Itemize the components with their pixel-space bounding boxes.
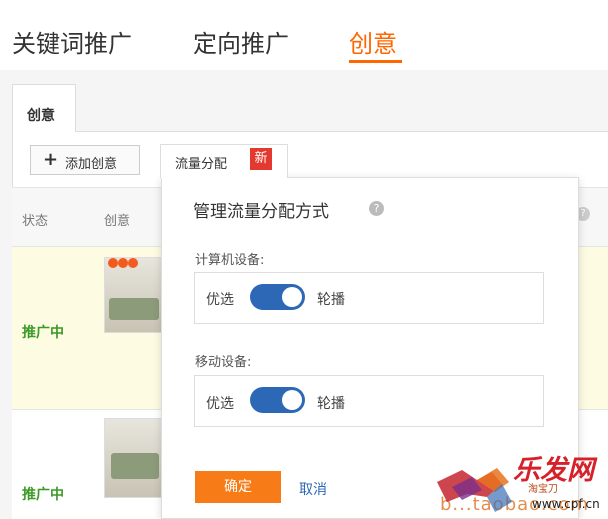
computer-optimized-option[interactable]: 优选 <box>206 289 234 309</box>
mobile-devices-box <box>194 375 544 427</box>
add-creative-label: 添加创意 <box>65 157 118 172</box>
traffic-allocation-label: 流量分配 <box>175 157 228 172</box>
computer-rotation-toggle[interactable] <box>250 284 305 310</box>
mobile-rotation-toggle[interactable] <box>250 387 305 413</box>
status-label: 推广中 <box>22 487 64 503</box>
question-circle-icon[interactable]: ? <box>369 201 384 216</box>
computer-devices-box <box>194 272 544 324</box>
add-creative-button[interactable]: + 添加创意 <box>30 145 140 175</box>
toggle-knob <box>282 287 302 307</box>
plus-icon: + <box>43 149 59 170</box>
computer-devices-label: 计算机设备: <box>195 253 265 268</box>
tab-creative[interactable]: 创意 <box>349 24 397 59</box>
sofa-image <box>111 453 159 479</box>
header-creative: 创意 <box>104 214 131 229</box>
mobile-rotation-option[interactable]: 轮播 <box>317 393 345 413</box>
toggle-knob <box>282 390 302 410</box>
subtab-creative-label: 创意 <box>27 108 55 124</box>
new-badge: 新 <box>250 148 272 170</box>
computer-rotation-option[interactable]: 轮播 <box>317 289 345 309</box>
tab-keyword-promotion[interactable]: 关键词推广 <box>12 24 132 59</box>
watermark-sub: 淘宝刀 <box>528 484 558 495</box>
sofa-image <box>109 298 159 320</box>
active-tab-underline <box>349 60 402 63</box>
cancel-link[interactable]: 取消 <box>299 479 327 499</box>
creative-thumbnail[interactable] <box>104 418 164 498</box>
popup-title: 管理流量分配方式 <box>193 202 329 222</box>
mobile-devices-label: 移动设备: <box>195 355 252 370</box>
confirm-button[interactable]: 确定 <box>195 471 281 503</box>
tab-targeted-promotion[interactable]: 定向推广 <box>193 24 289 59</box>
header-status: 状态 <box>22 214 49 229</box>
subtab-creative[interactable]: 创意 <box>12 84 76 132</box>
top-nav: 关键词推广 定向推广 创意 <box>0 0 608 70</box>
status-label: 推广中 <box>22 325 64 341</box>
creative-thumbnail[interactable] <box>104 257 164 333</box>
mobile-optimized-option[interactable]: 优选 <box>206 393 234 413</box>
watermark-site: www.cpf.cn <box>532 497 600 511</box>
